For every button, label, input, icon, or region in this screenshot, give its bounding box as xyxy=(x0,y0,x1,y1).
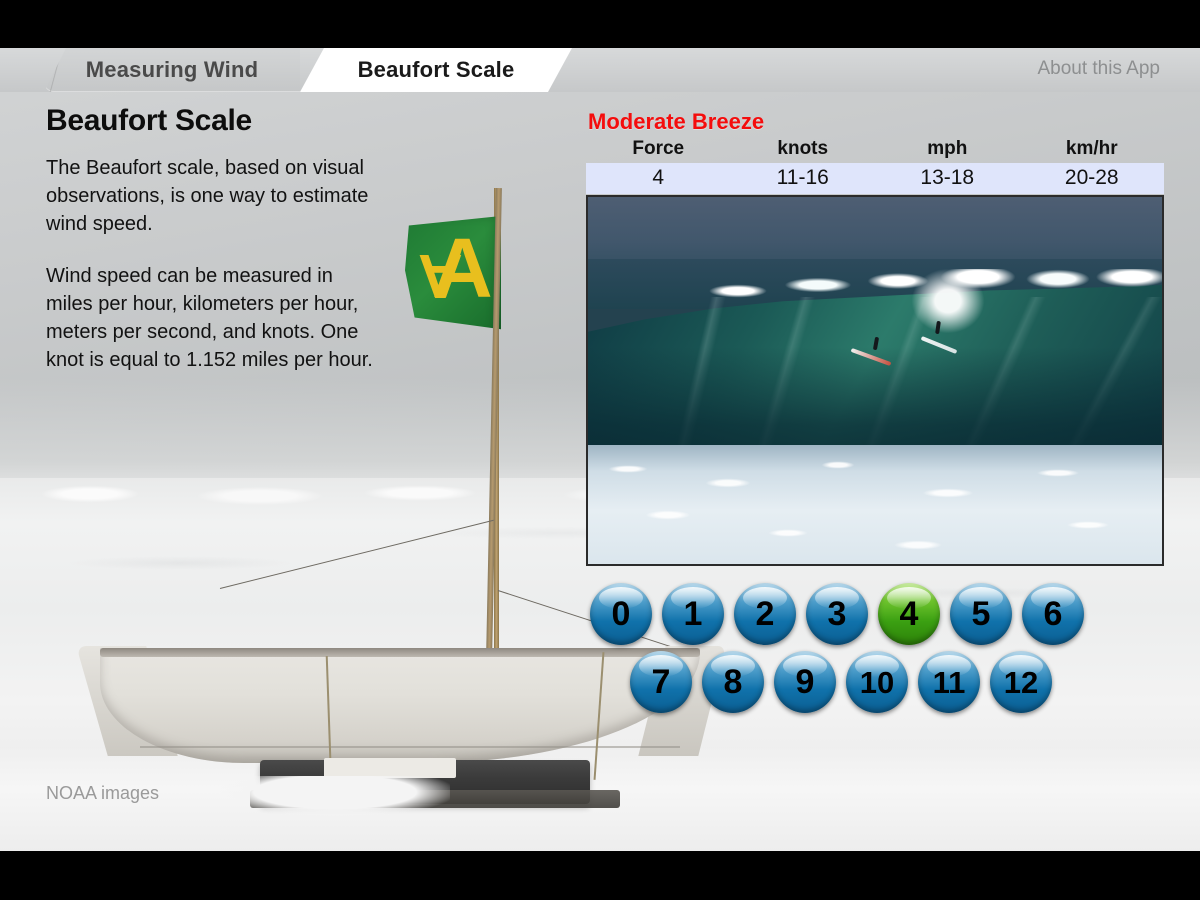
page-title: Beaufort Scale xyxy=(46,104,252,137)
force-button-label: 11 xyxy=(932,664,966,700)
about-this-app-link[interactable]: About this App xyxy=(1037,58,1160,80)
tab-bar: Measuring Wind Beaufort Scale xyxy=(0,48,1200,92)
force-button-2[interactable]: 2 xyxy=(734,583,796,645)
flag-letter-a-inverted: A xyxy=(418,241,463,310)
force-button-row-1: 0 1 2 3 4 5 6 xyxy=(590,583,1170,645)
force-button-1[interactable]: 1 xyxy=(662,583,724,645)
force-button-label: 12 xyxy=(1003,664,1039,700)
cell-knots: 11-16 xyxy=(730,163,875,194)
column-header-mph: mph xyxy=(927,138,968,159)
force-button-label: 10 xyxy=(859,664,895,700)
app-window: A A Measuring Wind Beaufort Scale About … xyxy=(0,0,1200,900)
force-button-label: 1 xyxy=(683,595,703,633)
force-button-7[interactable]: 7 xyxy=(630,651,692,713)
force-button-label: 0 xyxy=(611,595,631,633)
column-header-kmhr: km/hr xyxy=(1065,138,1118,159)
force-button-3[interactable]: 3 xyxy=(806,583,868,645)
force-selector: 0123456 7 8 9 10 11 12 xyxy=(590,583,1170,713)
image-credit: NOAA images xyxy=(46,783,160,803)
force-button-0[interactable]: 0 xyxy=(590,583,652,645)
cell-mph: 13-18 xyxy=(875,163,1020,194)
condition-name: Moderate Breeze xyxy=(588,109,765,134)
tab-beaufort-scale[interactable]: Beaufort Scale xyxy=(300,48,572,92)
wave-spray xyxy=(888,261,1048,371)
force-button-9[interactable]: 9 xyxy=(774,651,836,713)
column-header-force: Force xyxy=(632,138,685,159)
info-paragraph-1: The Beaufort scale, based on visual obse… xyxy=(46,157,369,235)
condition-photo xyxy=(586,195,1164,566)
force-button-label: 4 xyxy=(899,595,919,633)
ocean-foam-texture xyxy=(588,449,1162,564)
boat-sled-plank xyxy=(324,758,456,778)
force-button-4[interactable]: 4 xyxy=(878,583,940,645)
letterbox-top xyxy=(0,0,1200,48)
force-button-10[interactable]: 10 xyxy=(846,651,908,713)
force-button-label: 9 xyxy=(795,663,815,701)
tab-measuring-wind[interactable]: Measuring Wind xyxy=(44,48,300,92)
info-panel: Beaufort Scale The Beaufort scale, based… xyxy=(46,104,376,374)
force-button-8[interactable]: 8 xyxy=(702,651,764,713)
force-button-label: 2 xyxy=(755,595,775,633)
force-button-label: 3 xyxy=(827,595,847,633)
table-row: 4 11-16 13-18 20-28 xyxy=(586,163,1164,194)
force-button-6[interactable]: 6 xyxy=(1022,583,1084,645)
wind-detail-panel: Moderate Breeze Force knots mph km/hr 4 … xyxy=(586,110,1164,566)
force-button-label: 5 xyxy=(971,595,991,633)
cell-kmhr: 20-28 xyxy=(1019,163,1164,194)
column-header-knots: knots xyxy=(777,138,829,159)
force-button-11[interactable]: 11 xyxy=(918,651,980,713)
info-paragraph-2: Wind speed can be measured in miles per … xyxy=(46,265,373,371)
tab-measuring-wind-label: Measuring Wind xyxy=(85,57,259,82)
table-header-row: Force knots mph km/hr xyxy=(586,136,1164,163)
force-button-label: 8 xyxy=(723,663,743,701)
force-button-5[interactable]: 5 xyxy=(950,583,1012,645)
snow-drift xyxy=(220,776,450,816)
force-button-12[interactable]: 12 xyxy=(990,651,1052,713)
force-button-row-2: 7 8 9 10 11 12 xyxy=(630,651,1170,713)
force-button-label: 6 xyxy=(1043,595,1063,633)
boat-hull-stripe xyxy=(140,746,680,748)
tab-beaufort-scale-label: Beaufort Scale xyxy=(357,57,515,82)
wind-speed-table: Force knots mph km/hr 4 11-16 13-18 20-2… xyxy=(586,136,1164,194)
letterbox-bottom xyxy=(0,851,1200,900)
force-button-label: 7 xyxy=(651,663,671,701)
cell-force: 4 xyxy=(586,163,731,194)
